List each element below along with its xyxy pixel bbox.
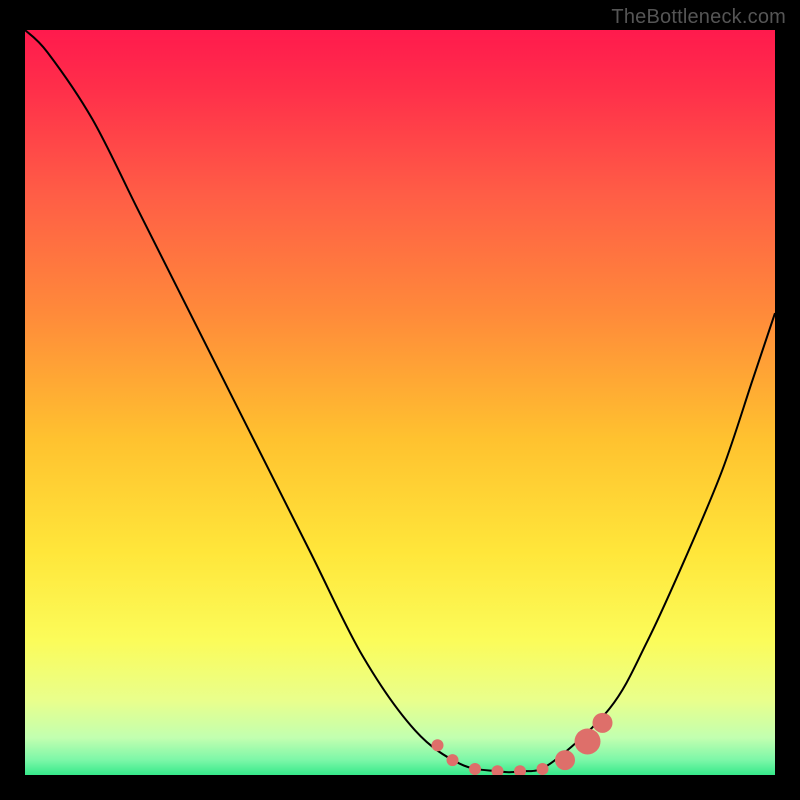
curve-marker	[492, 765, 504, 777]
curve-marker	[469, 763, 481, 775]
curve-marker	[514, 765, 526, 777]
curve-marker	[555, 750, 575, 770]
curve-marker	[537, 763, 549, 775]
curve-marker	[432, 739, 444, 751]
bottleneck-chart	[0, 0, 800, 800]
curve-marker	[447, 754, 459, 766]
watermark-text: TheBottleneck.com	[611, 6, 786, 29]
chart-container: TheBottleneck.com	[0, 0, 800, 800]
plot-background	[25, 30, 775, 775]
curve-marker	[575, 728, 601, 754]
curve-marker	[593, 713, 613, 733]
